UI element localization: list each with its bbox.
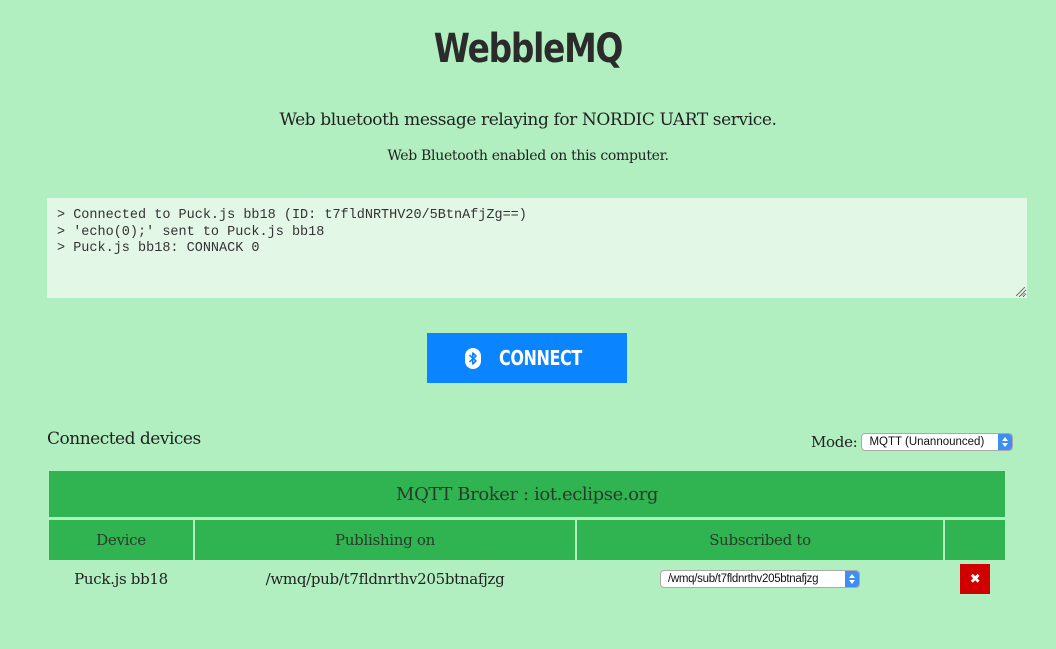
log-line: > Connected to Puck.js bb18 (ID: t7fldNR… bbox=[57, 208, 527, 223]
select-arrows-icon bbox=[845, 571, 859, 587]
column-header-subscribed: Subscribed to bbox=[577, 520, 943, 560]
table-row: Puck.js bb18 /wmq/pub/t7fldnrthv205btnaf… bbox=[49, 562, 1005, 596]
device-name: Puck.js bb18 bbox=[74, 570, 168, 588]
subscribed-cell: /wmq/sub/t7fldnrthv205btnafjzg bbox=[577, 562, 943, 596]
select-arrows-icon bbox=[998, 434, 1013, 450]
bluetooth-icon bbox=[465, 347, 481, 369]
connect-button[interactable]: CONNECT bbox=[427, 333, 627, 383]
bluetooth-status: Web Bluetooth enabled on this computer. bbox=[387, 148, 669, 164]
page: WebbleMQ Web bluetooth message relaying … bbox=[0, 0, 1056, 649]
column-header-publishing: Publishing on bbox=[195, 520, 575, 560]
resize-handle[interactable] bbox=[1016, 287, 1025, 296]
log-line: > 'echo(0);' sent to Puck.js bb18 bbox=[57, 224, 325, 240]
mode-control: Mode: MQTT (Unannounced) bbox=[811, 433, 1014, 451]
column-header-actions bbox=[945, 520, 1005, 560]
subscribed-topic-select[interactable]: /wmq/sub/t7fldnrthv205btnafjzg bbox=[660, 570, 860, 588]
actions-cell: ✖ bbox=[945, 562, 1005, 596]
close-icon: ✖ bbox=[969, 571, 981, 587]
mode-select[interactable]: MQTT (Unannounced) bbox=[861, 433, 1014, 451]
mode-select-value: MQTT (Unannounced) bbox=[869, 436, 985, 448]
remove-device-button[interactable]: ✖ bbox=[960, 564, 990, 594]
devices-heading: Connected devices bbox=[47, 429, 201, 449]
connect-label: CONNECT bbox=[499, 346, 582, 370]
mode-label: Mode: bbox=[811, 433, 858, 451]
devices-table-header: Device Publishing on Subscribed to bbox=[49, 520, 1005, 560]
subscribed-topic-value: /wmq/sub/t7fldnrthv205btnafjzg bbox=[668, 573, 819, 585]
log-textarea[interactable]: > Connected to Puck.js bb18 (ID: t7fldNR… bbox=[47, 198, 1027, 298]
log-line: > Puck.js bb18: CONNACK 0 bbox=[57, 241, 260, 256]
broker-header: MQTT Broker : iot.eclipse.org bbox=[49, 471, 1005, 517]
column-header-device: Device bbox=[49, 520, 193, 560]
publishing-topic: /wmq/pub/t7fldnrthv205btnafjzg bbox=[265, 570, 505, 588]
page-subtitle: Web bluetooth message relaying for NORDI… bbox=[279, 110, 777, 130]
page-title: WebbleMQ bbox=[433, 26, 624, 72]
